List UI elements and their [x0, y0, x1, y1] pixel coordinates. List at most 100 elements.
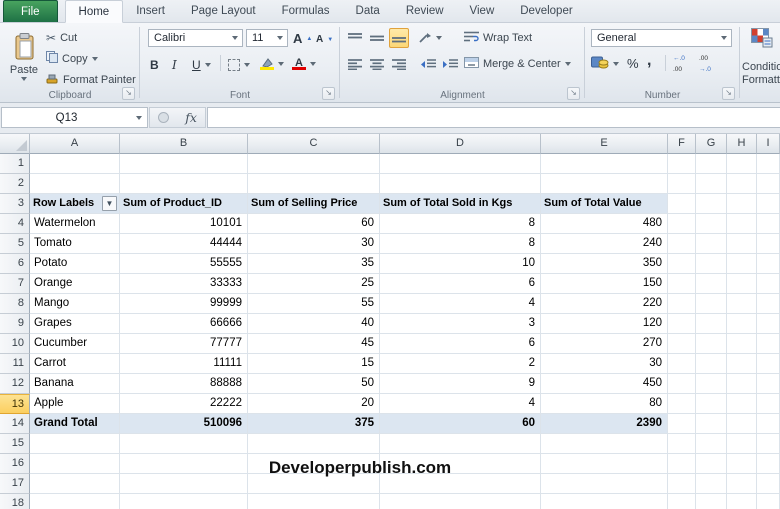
- alignment-dialog-launcher[interactable]: ↘: [567, 87, 580, 100]
- cell-A11[interactable]: Carrot: [30, 354, 120, 374]
- font-size-combo[interactable]: 11: [246, 29, 288, 47]
- column-header-B[interactable]: B: [120, 134, 248, 154]
- cell-C1[interactable]: [248, 154, 380, 174]
- cell-D13[interactable]: 4: [380, 394, 541, 414]
- cell-B1[interactable]: [120, 154, 248, 174]
- row-header-1[interactable]: 1: [0, 154, 30, 174]
- cell-I17[interactable]: [757, 474, 780, 494]
- cell-A6[interactable]: Potato: [30, 254, 120, 274]
- cell-E10[interactable]: 270: [541, 334, 668, 354]
- cell-C3[interactable]: Sum of Selling Price: [248, 194, 380, 214]
- cell-D15[interactable]: [380, 434, 541, 454]
- cell-E18[interactable]: [541, 494, 668, 509]
- underline-button[interactable]: U: [192, 55, 211, 74]
- font-color-button[interactable]: A: [292, 54, 316, 73]
- cell-A10[interactable]: Cucumber: [30, 334, 120, 354]
- cell-C9[interactable]: 40: [248, 314, 380, 334]
- cell-D6[interactable]: 10: [380, 254, 541, 274]
- cell-I14[interactable]: [757, 414, 780, 434]
- cell-I3[interactable]: [757, 194, 780, 214]
- cell-I16[interactable]: [757, 454, 780, 474]
- cell-A7[interactable]: Orange: [30, 274, 120, 294]
- cell-H3[interactable]: [727, 194, 757, 214]
- column-header-E[interactable]: E: [541, 134, 668, 154]
- cell-F1[interactable]: [668, 154, 696, 174]
- cell-G15[interactable]: [696, 434, 727, 454]
- tab-developer[interactable]: Developer: [507, 0, 585, 22]
- cell-A14[interactable]: Grand Total: [30, 414, 120, 434]
- cell-C7[interactable]: 25: [248, 274, 380, 294]
- cell-F3[interactable]: [668, 194, 696, 214]
- select-all-corner[interactable]: [0, 134, 30, 154]
- name-box[interactable]: Q13: [1, 107, 148, 128]
- cell-E8[interactable]: 220: [541, 294, 668, 314]
- row-header-3[interactable]: 3: [0, 194, 30, 214]
- conditional-formatting-button[interactable]: [751, 28, 773, 51]
- increase-decimal-button[interactable]: ←.0 .00: [673, 55, 685, 74]
- cell-D4[interactable]: 8: [380, 214, 541, 234]
- cell-D18[interactable]: [380, 494, 541, 509]
- cell-G2[interactable]: [696, 174, 727, 194]
- tab-file[interactable]: File: [3, 0, 58, 22]
- cell-D12[interactable]: 9: [380, 374, 541, 394]
- cell-D7[interactable]: 6: [380, 274, 541, 294]
- cell-E6[interactable]: 350: [541, 254, 668, 274]
- cell-G8[interactable]: [696, 294, 727, 314]
- row-labels-filter-button[interactable]: ▼: [102, 196, 117, 211]
- cell-C4[interactable]: 60: [248, 214, 380, 234]
- cell-E7[interactable]: 150: [541, 274, 668, 294]
- cell-E3[interactable]: Sum of Total Value: [541, 194, 668, 214]
- cell-G7[interactable]: [696, 274, 727, 294]
- cell-A4[interactable]: Watermelon: [30, 214, 120, 234]
- grow-font-button[interactable]: A ▲: [293, 29, 312, 48]
- paste-button[interactable]: Paste: [7, 27, 41, 87]
- font-dialog-launcher[interactable]: ↘: [322, 87, 335, 100]
- row-header-7[interactable]: 7: [0, 274, 30, 294]
- cell-B6[interactable]: 55555: [120, 254, 248, 274]
- row-header-5[interactable]: 5: [0, 234, 30, 254]
- cell-H2[interactable]: [727, 174, 757, 194]
- cell-G10[interactable]: [696, 334, 727, 354]
- cell-A17[interactable]: [30, 474, 120, 494]
- cell-G9[interactable]: [696, 314, 727, 334]
- cell-I7[interactable]: [757, 274, 780, 294]
- align-middle-button[interactable]: [367, 28, 387, 48]
- tab-home[interactable]: Home: [64, 0, 124, 23]
- cut-button[interactable]: ✂ Cut: [46, 28, 77, 47]
- cell-G5[interactable]: [696, 234, 727, 254]
- cell-H6[interactable]: [727, 254, 757, 274]
- align-top-button[interactable]: [345, 28, 365, 48]
- cell-H8[interactable]: [727, 294, 757, 314]
- cell-C2[interactable]: [248, 174, 380, 194]
- cell-A15[interactable]: [30, 434, 120, 454]
- cell-A5[interactable]: Tomato: [30, 234, 120, 254]
- cell-I4[interactable]: [757, 214, 780, 234]
- cell-A18[interactable]: [30, 494, 120, 509]
- cell-F2[interactable]: [668, 174, 696, 194]
- align-center-button[interactable]: [367, 54, 387, 74]
- cell-A12[interactable]: Banana: [30, 374, 120, 394]
- fill-color-button[interactable]: [260, 54, 284, 73]
- tab-view[interactable]: View: [457, 0, 508, 22]
- orientation-button[interactable]: [418, 28, 442, 47]
- cell-H11[interactable]: [727, 354, 757, 374]
- tab-data[interactable]: Data: [343, 0, 393, 22]
- cell-F7[interactable]: [668, 274, 696, 294]
- cell-G13[interactable]: [696, 394, 727, 414]
- cell-H1[interactable]: [727, 154, 757, 174]
- cell-G11[interactable]: [696, 354, 727, 374]
- number-dialog-launcher[interactable]: ↘: [722, 87, 735, 100]
- name-box-caret-icon[interactable]: [131, 108, 147, 127]
- cell-I15[interactable]: [757, 434, 780, 454]
- cell-F10[interactable]: [668, 334, 696, 354]
- cell-F15[interactable]: [668, 434, 696, 454]
- column-header-C[interactable]: C: [248, 134, 380, 154]
- cell-B12[interactable]: 88888: [120, 374, 248, 394]
- cell-A2[interactable]: [30, 174, 120, 194]
- cell-E12[interactable]: 450: [541, 374, 668, 394]
- cell-E9[interactable]: 120: [541, 314, 668, 334]
- cell-E11[interactable]: 30: [541, 354, 668, 374]
- cell-H9[interactable]: [727, 314, 757, 334]
- accounting-format-button[interactable]: [591, 54, 619, 73]
- cell-C14[interactable]: 375: [248, 414, 380, 434]
